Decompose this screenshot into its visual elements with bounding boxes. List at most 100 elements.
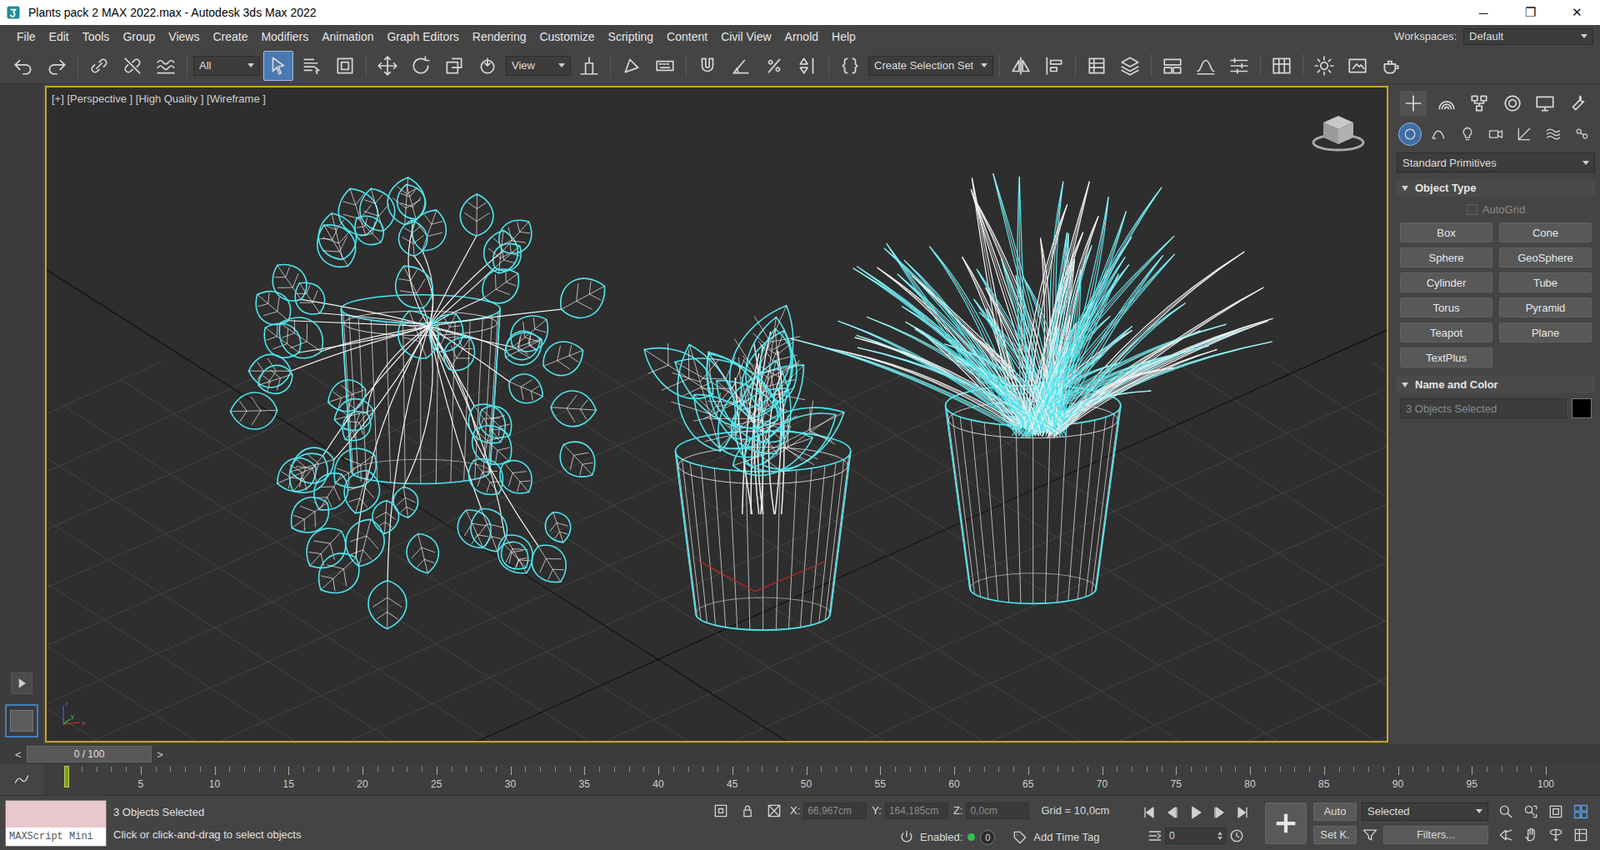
selection-set-dropdown[interactable]: Create Selection Set — [868, 55, 994, 76]
time-slider-thumb[interactable]: <0 / 100> — [10, 745, 169, 763]
hierarchy-tab[interactable] — [1465, 90, 1493, 116]
selname-button[interactable] — [296, 50, 327, 81]
rollout-header[interactable]: Object Type — [1396, 179, 1595, 197]
explorer-button[interactable] — [1081, 50, 1112, 81]
primitive-button[interactable]: TextPlus — [1400, 347, 1493, 368]
reference-coordinate-dropdown[interactable]: View — [505, 55, 571, 76]
key-filter-icon[interactable] — [1361, 826, 1379, 844]
mirror-button[interactable] — [1005, 50, 1036, 81]
scene-canvas[interactable] — [46, 87, 1387, 741]
primitive-button[interactable]: Teapot — [1400, 322, 1493, 343]
orbit-button[interactable] — [1545, 825, 1567, 845]
menu-item[interactable]: Content — [660, 30, 715, 44]
modify-tab[interactable] — [1433, 90, 1460, 116]
menu-item[interactable]: Tools — [75, 30, 117, 44]
place-button[interactable] — [472, 50, 503, 81]
menu-item[interactable]: Animation — [315, 30, 380, 44]
perspective-viewport[interactable]: [+] [Perspective ] [High Quality ] [Wire… — [45, 85, 1389, 743]
motion-tab[interactable] — [1499, 90, 1526, 116]
object-name-field[interactable]: 3 Objects Selected — [1400, 398, 1567, 419]
menu-item[interactable]: Help — [825, 30, 863, 44]
key-filters-button[interactable]: Filters... — [1383, 825, 1489, 845]
menu-item[interactable]: Views — [161, 30, 206, 44]
unlink-button[interactable] — [117, 50, 148, 81]
coordinate-field[interactable]: 66,967cm — [803, 802, 867, 820]
enabled-indicator[interactable] — [967, 833, 975, 841]
dope-button[interactable] — [1224, 50, 1255, 81]
grass-plant[interactable] — [790, 173, 1273, 439]
link-button[interactable] — [84, 50, 115, 81]
menu-item[interactable]: Rendering — [465, 30, 534, 44]
primitive-button[interactable]: Cylinder — [1400, 272, 1493, 293]
systems-category[interactable] — [1570, 122, 1594, 146]
set-key-mode-button[interactable]: Set K. — [1313, 825, 1357, 845]
primitive-button[interactable]: Sphere — [1400, 247, 1493, 268]
spacewarps-category[interactable] — [1541, 122, 1565, 146]
primitive-button[interactable]: Cone — [1499, 222, 1592, 243]
time-slider[interactable]: <0 / 100> — [0, 744, 1600, 765]
menu-item[interactable]: Customize — [532, 30, 601, 44]
ribbon-button[interactable] — [1157, 50, 1188, 81]
zext-button[interactable] — [1545, 801, 1567, 822]
current-frame-field[interactable]: 0 — [1165, 827, 1227, 845]
bind-button[interactable] — [150, 50, 181, 81]
zoom-button[interactable] — [1495, 801, 1517, 822]
rollout-header[interactable]: Name and Color — [1396, 375, 1595, 394]
primitive-button[interactable]: GeoSphere — [1499, 247, 1592, 268]
goEnd-button[interactable] — [1231, 802, 1254, 823]
key-mode-icon[interactable] — [1146, 827, 1164, 845]
primitive-button[interactable]: Box — [1400, 222, 1493, 243]
expand-layouts-button[interactable] — [10, 672, 33, 695]
maxi-button[interactable] — [1570, 825, 1592, 845]
percent-button[interactable] — [759, 50, 790, 81]
spinner-icon[interactable] — [1217, 831, 1223, 840]
material-button[interactable] — [1266, 50, 1297, 81]
auto-key-button[interactable]: Auto — [1313, 802, 1357, 821]
primitive-type-dropdown[interactable]: Standard Primitives — [1396, 152, 1595, 173]
curve-button[interactable] — [1190, 50, 1221, 81]
align-button[interactable] — [1039, 50, 1070, 81]
named-button[interactable] — [835, 50, 865, 81]
window-control-button[interactable]: ✕ — [1553, 0, 1600, 25]
rotate-button[interactable] — [405, 50, 436, 81]
menu-item[interactable]: Edit — [42, 30, 76, 44]
viewcube-icon[interactable] — [1306, 107, 1370, 155]
fov-button[interactable] — [1495, 825, 1517, 845]
spinner-button[interactable] — [792, 50, 823, 81]
move-button[interactable] — [372, 50, 403, 81]
lock-button[interactable] — [736, 800, 759, 821]
window-control-button[interactable]: ─ — [1460, 0, 1507, 25]
plus-tab[interactable] — [1400, 90, 1427, 116]
adaptive-degradation-icon[interactable] — [898, 829, 915, 846]
zextall-button[interactable] — [1570, 801, 1592, 822]
current-frame-marker[interactable] — [64, 765, 70, 788]
leafy-plant[interactable] — [630, 291, 860, 515]
frame-button[interactable] — [1342, 50, 1373, 81]
isolate-button[interactable] — [710, 800, 732, 821]
keyboard-button[interactable] — [650, 50, 680, 81]
pan-button[interactable] — [1520, 825, 1542, 845]
redo-button[interactable] — [41, 50, 72, 81]
add-time-tag-button[interactable]: Add Time Tag — [1033, 830, 1100, 844]
goStart-button[interactable] — [1138, 802, 1160, 823]
primitive-button[interactable]: Plane — [1499, 322, 1592, 343]
previous-frame-button[interactable]: < — [10, 748, 27, 761]
layer-button[interactable] — [1115, 50, 1145, 81]
menu-item[interactable]: Group — [115, 30, 162, 44]
menu-item[interactable]: Create — [205, 30, 255, 44]
coordinate-field[interactable]: 164,185cm — [885, 802, 949, 820]
selection-filter-dropdown[interactable]: All — [193, 55, 260, 76]
play-button[interactable] — [1185, 802, 1207, 823]
menu-item[interactable]: Modifiers — [254, 30, 315, 44]
undo-button[interactable] — [8, 50, 39, 81]
set-key-button[interactable] — [1265, 802, 1307, 845]
primitive-button[interactable]: Pyramid — [1499, 297, 1592, 318]
rsetup-button[interactable] — [1309, 50, 1340, 81]
menu-item[interactable]: Arnold — [778, 30, 825, 44]
render-button[interactable] — [1375, 50, 1406, 81]
menu-item[interactable]: Graph Editors — [380, 30, 465, 44]
zoomall-button[interactable] — [1520, 801, 1542, 822]
time-configuration-icon[interactable] — [1228, 827, 1245, 845]
pothos-plant[interactable] — [230, 176, 615, 630]
scale-button[interactable] — [439, 50, 470, 81]
